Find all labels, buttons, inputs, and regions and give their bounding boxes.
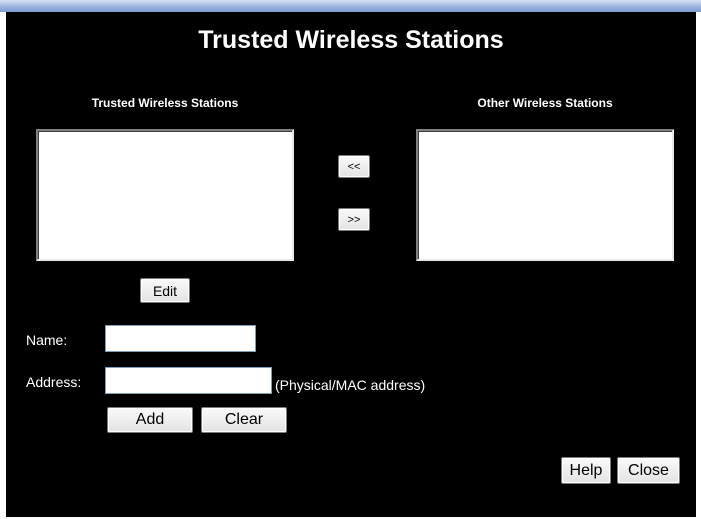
help-button[interactable]: Help bbox=[561, 457, 611, 484]
name-input[interactable] bbox=[105, 325, 256, 352]
edit-button[interactable]: Edit bbox=[140, 278, 190, 303]
other-list-title: Other Wireless Stations bbox=[477, 96, 613, 110]
name-label: Name: bbox=[26, 332, 68, 348]
trusted-list-title: Trusted Wireless Stations bbox=[91, 96, 239, 110]
address-input[interactable] bbox=[105, 367, 272, 394]
move-to-other-button[interactable]: >> bbox=[338, 208, 370, 231]
close-button[interactable]: Close bbox=[617, 457, 680, 484]
clear-button[interactable]: Clear bbox=[201, 407, 287, 433]
address-hint: (Physical/MAC address) bbox=[275, 377, 426, 393]
page-title: Trusted Wireless Stations bbox=[198, 26, 504, 54]
address-label: Address: bbox=[26, 374, 82, 390]
trusted-stations-listbox[interactable] bbox=[36, 129, 294, 261]
trusted-stations-panel: Trusted Wireless Stations Trusted Wirele… bbox=[6, 12, 696, 517]
add-button[interactable]: Add bbox=[107, 407, 193, 433]
other-stations-listbox[interactable] bbox=[416, 129, 674, 261]
move-to-trusted-button[interactable]: << bbox=[338, 155, 370, 178]
window-title-bar bbox=[0, 0, 701, 12]
